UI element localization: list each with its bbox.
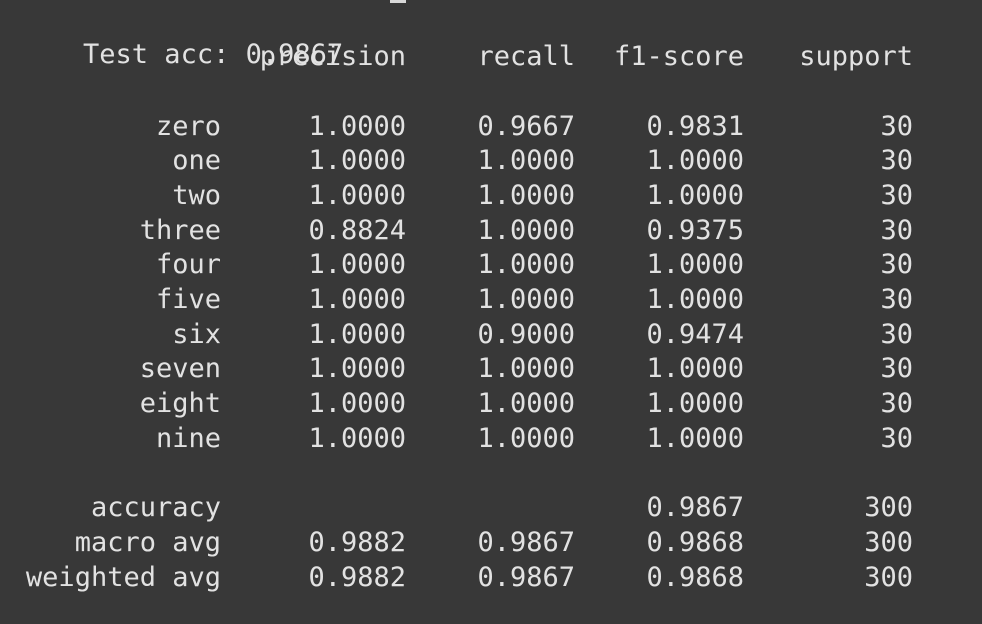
row-label: four (155, 249, 221, 281)
row-label: accuracy (90, 492, 221, 524)
recall-value: 1.0000 (477, 179, 575, 211)
precision-value: 0.9882 (308, 561, 406, 593)
support-value: 30 (880, 318, 913, 350)
row-label: seven (139, 353, 221, 385)
recall-value: 0.9867 (477, 561, 575, 593)
f1-score-value: 0.9868 (646, 526, 744, 558)
row-label: eight (139, 388, 221, 420)
precision-value: 0.9882 (308, 526, 406, 558)
f1-score-value: 0.9868 (646, 561, 744, 593)
recall-value: 1.0000 (477, 214, 575, 246)
f1-score-value: 0.9474 (646, 318, 744, 350)
recall-value: 1.0000 (477, 249, 575, 281)
report-header-row: precision recall f1-score support (18, 40, 913, 75)
support-value: 30 (880, 145, 913, 177)
row-label: macro avg (74, 526, 221, 558)
support-value: 30 (880, 388, 913, 420)
f1-score-value: 0.9831 (646, 110, 744, 142)
text-cursor (390, 0, 406, 3)
support-value: 30 (880, 284, 913, 315)
row-label: three (139, 214, 221, 246)
support-value: 30 (880, 179, 913, 211)
f1-score-value: 1.0000 (646, 388, 744, 420)
precision-value: 0.8824 (308, 214, 406, 246)
precision-value: 1.0000 (308, 353, 406, 385)
f1-score-value: 0.9375 (646, 214, 744, 246)
support-value: 30 (880, 214, 913, 246)
precision-value: 1.0000 (308, 110, 406, 142)
support-value: 30 (880, 353, 913, 385)
row-label: six (172, 318, 221, 350)
f1-score-value: 1.0000 (646, 284, 744, 315)
precision-value: 1.0000 (308, 284, 406, 315)
recall-value: 1.0000 (477, 284, 575, 315)
row-label: two (172, 179, 221, 211)
column-header-precision: precision (259, 41, 406, 72)
precision-value: 1.0000 (308, 249, 406, 281)
precision-value: 1.0000 (308, 422, 406, 454)
row-label: weighted avg (25, 561, 221, 593)
recall-value: 1.0000 (477, 422, 575, 454)
row-label: nine (155, 422, 221, 454)
column-header-f1-score: f1-score (613, 41, 744, 72)
f1-score-value: 1.0000 (646, 145, 744, 177)
f1-score-value: 1.0000 (646, 422, 744, 454)
recall-value: 0.9000 (477, 318, 575, 350)
column-header-support: support (799, 41, 913, 72)
row-label: five (155, 284, 221, 315)
recall-value: 1.0000 (477, 353, 575, 385)
support-value: 300 (864, 492, 913, 524)
column-header-recall: recall (477, 41, 575, 72)
support-value: 300 (864, 561, 913, 593)
support-value: 30 (880, 422, 913, 454)
terminal-output: Test acc: 0.9867 precision recall f1-sco… (0, 0, 982, 624)
recall-value: 1.0000 (477, 388, 575, 420)
row-label: one (172, 145, 221, 177)
row-label: zero (155, 110, 221, 142)
support-value: 30 (880, 110, 913, 142)
recall-value: 0.9867 (477, 526, 575, 558)
precision-value: 1.0000 (308, 388, 406, 420)
recall-value: 0.9667 (477, 110, 575, 142)
f1-score-value: 1.0000 (646, 249, 744, 281)
support-value: 300 (864, 526, 913, 558)
support-value: 30 (880, 249, 913, 281)
f1-score-value: 0.9867 (646, 492, 744, 524)
f1-score-value: 1.0000 (646, 179, 744, 211)
precision-value: 1.0000 (308, 318, 406, 350)
precision-value: 1.0000 (308, 145, 406, 177)
precision-value: 1.0000 (308, 179, 406, 211)
recall-value: 1.0000 (477, 145, 575, 177)
f1-score-value: 1.0000 (646, 353, 744, 385)
test-accuracy-line: Test acc: 0.9867 (18, 3, 343, 70)
